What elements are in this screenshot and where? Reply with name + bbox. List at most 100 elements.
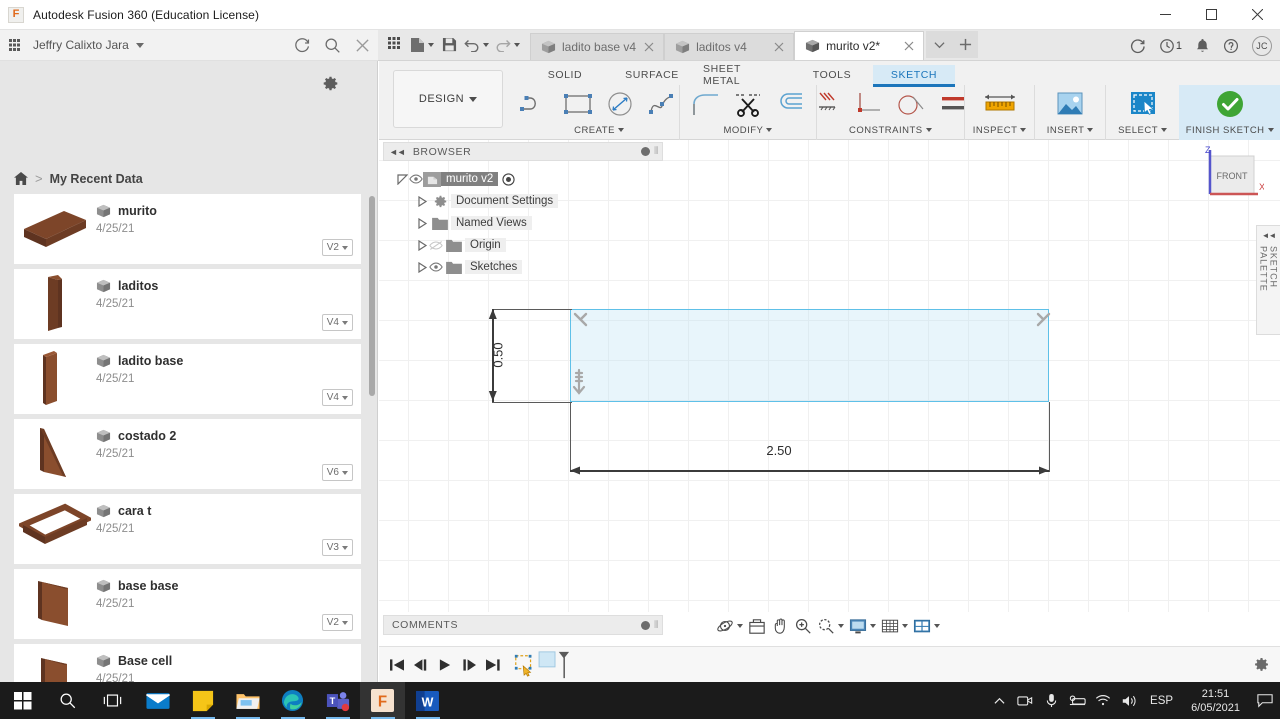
taskbar-search-icon[interactable] [45,682,90,719]
avatar[interactable]: JC [1252,35,1272,56]
taskbar-app-file-explorer[interactable] [225,682,270,719]
taskbar-app-sticky-notes[interactable] [180,682,225,719]
new-file-chevron-down-icon[interactable] [428,42,434,47]
action-center-icon[interactable] [1250,682,1280,719]
language-indicator[interactable]: ESP [1142,695,1181,707]
browser-options-icon[interactable] [641,147,650,156]
new-tab-plus-icon[interactable] [952,31,979,58]
save-icon[interactable] [438,33,460,57]
panel-create-label[interactable]: CREATE [574,123,624,137]
version-selector[interactable]: V3 [321,539,353,556]
version-selector[interactable]: V6 [321,464,353,481]
volume-icon[interactable] [1116,682,1142,719]
list-item[interactable]: ladito base 4/25/21 V4 [14,344,361,414]
document-tab-close-icon[interactable] [902,39,916,53]
expand-triangle-closed-icon[interactable] [415,261,429,273]
data-panel-scrollbar[interactable] [369,196,375,396]
comments-options-icon[interactable] [641,620,650,630]
fix-constraint-icon[interactable] [807,87,847,121]
redo-icon[interactable] [493,33,522,57]
version-selector[interactable]: V4 [321,389,353,406]
comments-resize-grip-icon[interactable]: ⦀ [654,620,659,631]
expand-triangle-closed-icon[interactable] [415,217,429,229]
tree-node-named-views[interactable]: Named Views [383,212,663,234]
document-tab-close-icon[interactable] [642,40,656,54]
microphone-icon[interactable] [1038,682,1064,719]
viewports-chevron-down-icon[interactable] [934,624,940,628]
timeline-play-icon[interactable] [433,647,457,683]
panel-modify-label[interactable]: MODIFY [723,123,773,137]
pan-icon[interactable] [770,615,790,637]
account-chevron-down-icon[interactable] [135,42,144,48]
new-file-icon[interactable] [408,33,436,57]
maximize-button[interactable] [1188,0,1234,29]
document-tab-ladito-base[interactable]: ladito base v4 [530,33,665,60]
perpendicular-constraint-icon[interactable] [849,87,889,121]
tab-tools[interactable]: TOOLS [791,65,873,85]
horizontal-dimension-line[interactable] [570,470,1049,472]
expand-triangle-closed-icon[interactable] [415,239,429,251]
horizontal-dimension-label[interactable]: 2.50 [766,443,791,458]
tangent-constraint-icon[interactable] [891,87,931,121]
sketch-palette-tab[interactable]: ◄◄ SKETCH PALETTE [1256,225,1280,335]
list-item[interactable]: murito 4/25/21 V2 [14,194,361,264]
perpendicular-constraint-glyph-icon[interactable] [1034,311,1052,334]
timeline-marker[interactable] [538,650,572,680]
view-cube[interactable]: FRONT Z X [1190,144,1265,212]
windows-start-icon[interactable] [0,682,45,719]
timeline-feature-sketch[interactable] [513,653,537,677]
grid-snaps-icon[interactable] [880,615,909,637]
taskbar-app-fusion360[interactable]: F [360,682,405,719]
orbit-chevron-down-icon[interactable] [737,624,743,628]
taskbar-app-teams[interactable]: T [315,682,360,719]
display-settings-chevron-down-icon[interactable] [870,624,876,628]
viewports-icon[interactable] [912,615,941,637]
close-data-panel-icon[interactable] [352,36,372,56]
home-icon[interactable] [14,172,28,185]
visibility-eye-icon[interactable] [409,174,423,184]
taskbar-app-edge[interactable] [270,682,315,719]
tab-overflow-chevron-down-icon[interactable] [926,31,953,58]
equal-constraint-glyph-icon[interactable] [571,368,587,405]
taskbar-app-mail[interactable] [135,682,180,719]
taskbar-app-word[interactable]: W [405,682,450,719]
tab-sketch[interactable]: SKETCH [873,65,955,87]
list-item[interactable]: cara t 4/25/21 V3 [14,494,361,564]
zoom-icon[interactable] [793,615,813,637]
breadcrumb-current-label[interactable]: My Recent Data [50,172,143,186]
task-view-icon[interactable] [90,682,135,719]
timeline-go-to-end-icon[interactable] [481,647,505,683]
sketch-profile-rectangle[interactable] [570,309,1049,402]
timeline-go-to-start-icon[interactable] [385,647,409,683]
comments-panel-header[interactable]: COMMENTS ⦀ [383,615,663,635]
device-icon[interactable] [1064,682,1090,719]
panel-inspect-label[interactable]: INSPECT [973,123,1027,137]
look-at-icon[interactable] [747,615,767,637]
document-tab-murito[interactable]: murito v2* [794,31,925,60]
undo-chevron-down-icon[interactable] [483,42,489,47]
tree-node-sketches[interactable]: Sketches [383,256,663,278]
document-tab-laditos[interactable]: laditos v4 [664,33,795,60]
clock[interactable]: 21:51 6/05/2021 [1181,687,1250,715]
version-selector[interactable]: V2 [321,614,353,631]
show-hidden-icons-chevron-up-icon[interactable] [986,682,1012,719]
zoom-window-chevron-down-icon[interactable] [838,624,844,628]
visibility-eye-icon[interactable] [429,262,443,272]
jobs-status-icon[interactable]: 1 [1159,38,1182,54]
document-tab-close-icon[interactable] [772,40,786,54]
line-tool-icon[interactable] [516,87,556,121]
version-selector[interactable]: V4 [321,314,353,331]
sketch-palette-collapse-icon[interactable]: ◄◄ [1262,231,1277,240]
refresh-icon[interactable] [292,36,312,56]
tab-solid[interactable]: SOLID [519,65,611,85]
activate-component-radio-icon[interactable] [501,172,515,186]
display-settings-icon[interactable] [848,615,877,637]
help-icon[interactable] [1223,38,1239,54]
spline-tool-icon[interactable] [642,87,682,121]
wifi-icon[interactable] [1090,682,1116,719]
search-icon[interactable] [322,36,342,56]
panel-select-label[interactable]: SELECT [1118,123,1168,137]
insert-image-icon[interactable] [1050,87,1090,121]
orbit-icon[interactable] [715,615,744,637]
rectangle-tool-icon[interactable] [558,87,598,121]
